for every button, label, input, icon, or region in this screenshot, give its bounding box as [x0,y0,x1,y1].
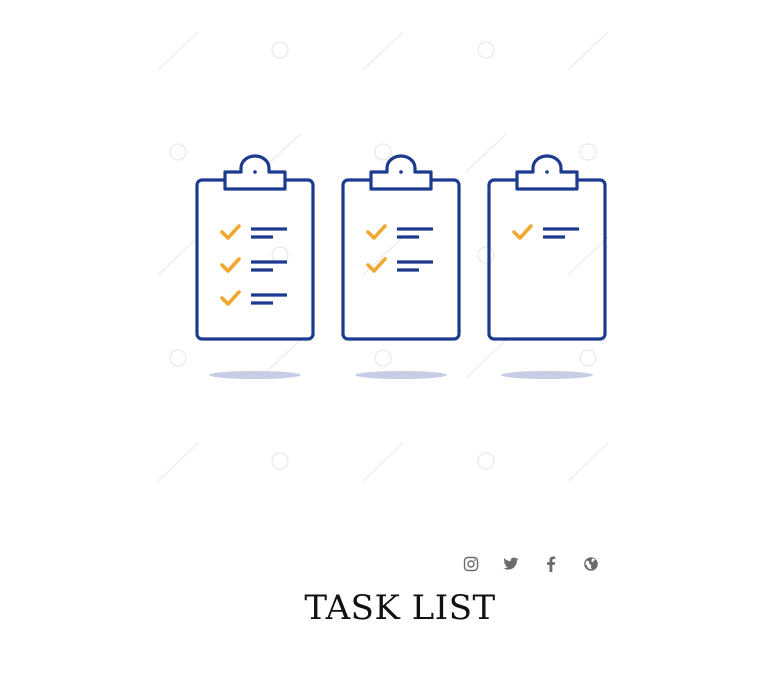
check-icon [220,257,241,273]
page-title: TASK LIST [304,588,496,628]
clipboard-shadow [209,371,301,379]
check-icon [366,257,387,273]
clipboard-board [195,178,315,341]
twitter-link[interactable] [496,552,526,576]
clipboard-clip-hole [545,170,549,174]
clipboard-1 [195,154,315,379]
clipboard-3 [487,154,607,379]
clipboards-group [195,154,607,379]
twitter-icon [503,557,519,570]
check-icon [366,224,387,240]
facebook-icon [547,556,556,572]
clipboard-shadow [501,371,593,379]
website-link[interactable] [576,552,606,576]
task-list-illustration [195,154,607,379]
check-icon [220,290,241,306]
clipboard-2 [341,154,461,379]
check-icon [512,224,533,240]
social-links [456,552,616,576]
facebook-link[interactable] [536,552,566,576]
clipboard-clip-hole [253,170,257,174]
clipboard-board [341,178,461,341]
check-icon [220,224,241,240]
instagram-link[interactable] [456,552,486,576]
instagram-icon [463,556,479,572]
clipboard-board [487,178,607,341]
clipboard-clip-hole [399,170,403,174]
clipboard-shadow [355,371,447,379]
globe-icon [584,557,598,571]
